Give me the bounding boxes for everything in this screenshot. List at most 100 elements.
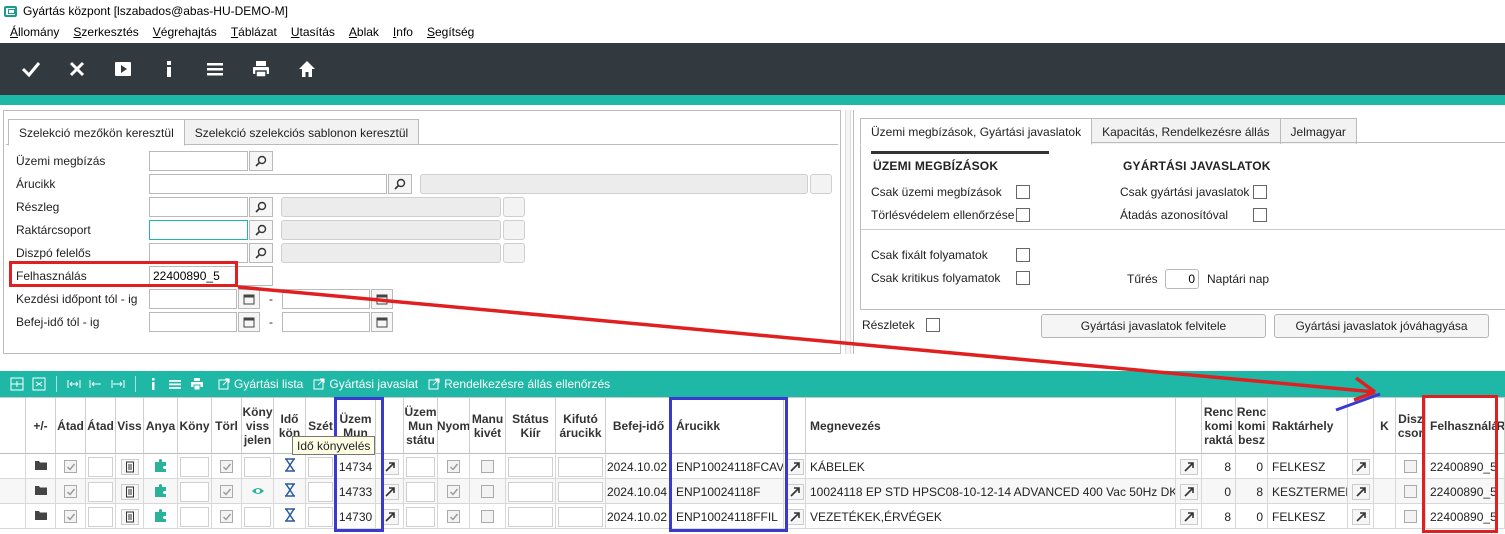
status-cell[interactable] xyxy=(508,506,553,527)
header-atad1[interactable]: Átad xyxy=(56,398,86,454)
rendelkezesre-action[interactable]: Rendelkezésre állás ellenőrzés xyxy=(428,377,610,391)
befej-from-input[interactable] xyxy=(149,312,237,332)
grid-cell[interactable] xyxy=(306,479,336,504)
csak-kritikus-checkbox[interactable] xyxy=(1016,271,1030,285)
play-icon[interactable] xyxy=(100,43,146,95)
status-cell[interactable] xyxy=(508,456,553,477)
arucikk-input[interactable] xyxy=(149,174,387,194)
kezdesi-from-input[interactable] xyxy=(149,289,237,309)
grid-cell[interactable] xyxy=(274,479,306,504)
grid-cell[interactable] xyxy=(1176,504,1202,529)
folder-icon[interactable] xyxy=(34,484,48,499)
manu-checkbox[interactable] xyxy=(481,485,494,498)
column-width-icon[interactable] xyxy=(63,374,85,394)
open-link-icon[interactable] xyxy=(1179,483,1198,500)
atad2-cell[interactable] xyxy=(88,506,113,527)
document-icon[interactable] xyxy=(120,508,139,525)
menu-szerkesztes[interactable]: Szerkesztés xyxy=(73,25,138,39)
column-right-icon[interactable] xyxy=(107,374,129,394)
header-kony[interactable]: Köny xyxy=(178,398,212,454)
close-icon[interactable] xyxy=(54,43,100,95)
gyartasi-javaslatok-jovahagyasa-button[interactable]: Gyártási javaslatok jóváhagyása xyxy=(1274,314,1489,338)
header-atad2[interactable]: Átad xyxy=(86,398,116,454)
grid-cell[interactable]: 8 xyxy=(1202,454,1236,479)
home-icon[interactable] xyxy=(284,43,330,95)
kifuto-cell[interactable] xyxy=(558,481,603,502)
grid-cell[interactable]: KESZTERMEK xyxy=(1268,479,1348,504)
grid-cell[interactable] xyxy=(470,479,506,504)
grid-cell[interactable]: VEZETÉKEK,ÉRVÉGEK xyxy=(806,504,1176,529)
document-icon[interactable] xyxy=(120,483,139,500)
calendar-icon[interactable] xyxy=(238,289,260,309)
puzzle-icon[interactable] xyxy=(153,507,169,526)
menu-vegrehajtas[interactable]: Végrehajtás xyxy=(153,25,217,39)
atad2-cell[interactable] xyxy=(88,456,113,477)
grid-cell[interactable] xyxy=(1498,504,1505,529)
print-icon[interactable] xyxy=(186,374,208,394)
print-icon[interactable] xyxy=(238,43,284,95)
kifuto-cell[interactable] xyxy=(558,506,603,527)
hourglass-icon[interactable] xyxy=(284,508,296,525)
grid-cell[interactable] xyxy=(506,504,556,529)
open-link-icon[interactable] xyxy=(1351,483,1370,500)
raktarcsoport-input[interactable] xyxy=(149,220,248,240)
reszletek-checkbox[interactable] xyxy=(926,318,940,332)
torl-checkbox[interactable] xyxy=(220,485,233,498)
grid-cell[interactable] xyxy=(1374,454,1396,479)
open-link-icon[interactable] xyxy=(1351,458,1370,475)
search-icon[interactable] xyxy=(388,174,412,194)
atad-checkbox[interactable] xyxy=(64,460,77,473)
gyartasi-javaslatok-felvitele-button[interactable]: Gyártási javaslatok felvitele xyxy=(1041,314,1266,338)
open-link-icon[interactable] xyxy=(1179,458,1198,475)
header-uzem-mun-stat[interactable]: Üzem Mun státu xyxy=(404,398,438,454)
calendar-icon[interactable] xyxy=(371,289,393,309)
grid-cell[interactable] xyxy=(438,454,470,479)
menu-segitseg[interactable]: Segítség xyxy=(427,25,474,39)
grid-cell[interactable] xyxy=(438,479,470,504)
grid-cell[interactable] xyxy=(1176,454,1202,479)
header-manu[interactable]: Manu kivét xyxy=(470,398,506,454)
kony-cell[interactable] xyxy=(180,506,209,527)
tab-kapacitas[interactable]: Kapacitás, Rendelkezésre állás xyxy=(1091,118,1281,144)
disz-checkbox[interactable] xyxy=(1404,485,1417,498)
kony-cell[interactable] xyxy=(180,456,209,477)
grid-cell[interactable] xyxy=(212,479,242,504)
grid-cell[interactable] xyxy=(1348,454,1374,479)
grid-cell[interactable]: KÁBELEK xyxy=(806,454,1176,479)
grid-cell[interactable] xyxy=(26,504,56,529)
kony-cell[interactable] xyxy=(180,481,209,502)
grid-cell[interactable] xyxy=(0,504,26,529)
grid-cell[interactable] xyxy=(26,479,56,504)
nyom-checkbox[interactable] xyxy=(447,510,460,523)
kony-viss-cell[interactable] xyxy=(244,456,271,477)
tab-template-selection[interactable]: Szelekció szelekciós sablonon keresztül xyxy=(183,119,420,145)
atadas-checkbox[interactable] xyxy=(1253,208,1267,222)
grid-cell[interactable]: 2024.10.02 xyxy=(606,504,672,529)
grid-cell[interactable] xyxy=(212,504,242,529)
grid-cell[interactable] xyxy=(470,454,506,479)
grid-cell[interactable] xyxy=(1498,454,1505,479)
grid-cell[interactable]: 8 xyxy=(1202,504,1236,529)
panel-splitter[interactable] xyxy=(845,110,851,354)
grid-cell[interactable] xyxy=(86,454,116,479)
csak-gyartasi-checkbox[interactable] xyxy=(1253,185,1267,199)
puzzle-icon[interactable] xyxy=(153,457,169,476)
header-kifuto[interactable]: Kifutó árucikk xyxy=(556,398,606,454)
grid-cell[interactable] xyxy=(86,504,116,529)
kony-viss-cell[interactable] xyxy=(244,506,271,527)
szet-cell[interactable] xyxy=(308,456,333,477)
open-link-icon[interactable] xyxy=(1179,508,1198,525)
header-torl[interactable]: Törl xyxy=(212,398,242,454)
grid-cell[interactable] xyxy=(178,454,212,479)
header-kony-viss[interactable]: Köny viss jelen xyxy=(242,398,274,454)
grid-cell[interactable] xyxy=(212,454,242,479)
info-icon[interactable] xyxy=(146,43,192,95)
uzem-stat-cell[interactable] xyxy=(406,506,435,527)
diszpo-felelos-input[interactable] xyxy=(149,243,248,263)
menu-icon[interactable] xyxy=(164,374,186,394)
menu-tablazat[interactable]: Táblázat xyxy=(231,25,277,39)
grid-cell[interactable]: 2024.10.04 xyxy=(606,479,672,504)
manu-checkbox[interactable] xyxy=(481,510,494,523)
grid-cell[interactable] xyxy=(144,504,178,529)
open-link-icon[interactable] xyxy=(785,458,804,475)
